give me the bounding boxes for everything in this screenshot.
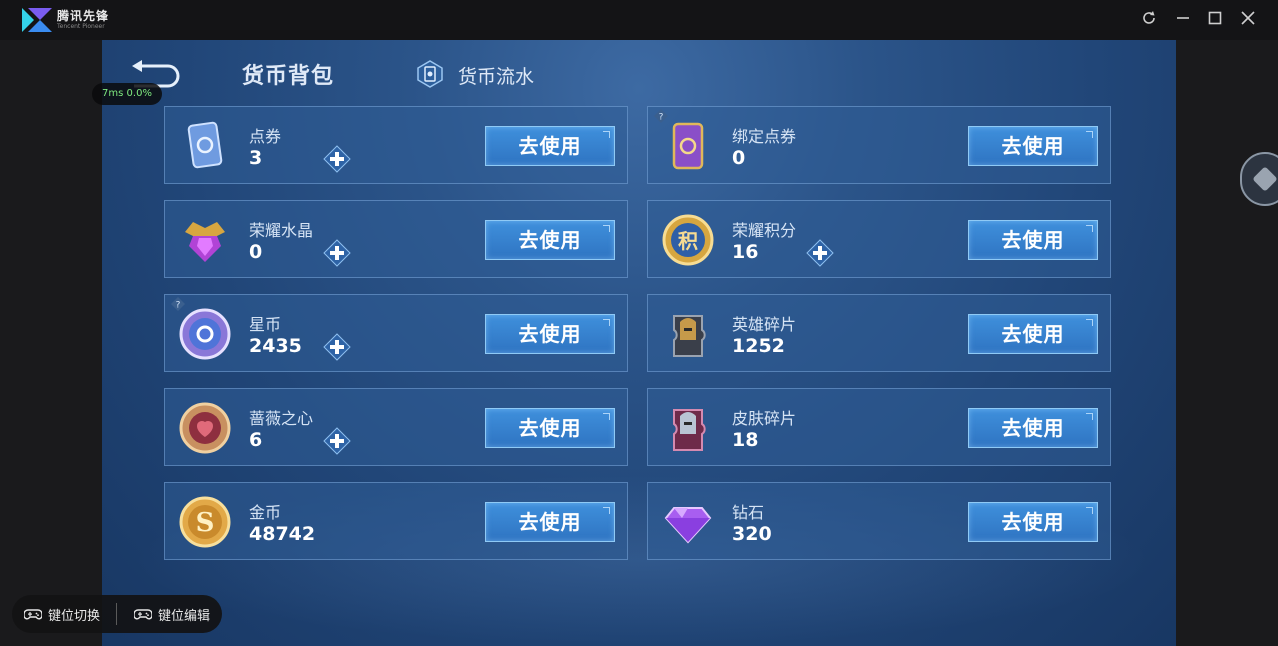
use-button[interactable]: 去使用 — [968, 220, 1098, 260]
app-subtitle: Tencent Pioneer — [57, 23, 105, 30]
bound-coupon-card-icon — [672, 122, 704, 170]
glory-crystal-icon — [185, 222, 225, 262]
title-bar: 腾讯先锋 Tencent Pioneer — [0, 0, 1278, 40]
currency-value: 0 — [249, 241, 263, 263]
floating-menu-button[interactable] — [1240, 152, 1278, 206]
diamond-icon — [664, 507, 712, 544]
use-button[interactable]: 去使用 — [968, 408, 1098, 448]
currency-value: 18 — [732, 429, 759, 451]
currency-name: 英雄碎片 — [732, 315, 797, 334]
add-icon[interactable] — [323, 239, 351, 267]
add-icon[interactable] — [323, 427, 351, 455]
currency-card-glory-points: 积 荣耀积分 16 去使用 — [647, 200, 1111, 278]
game-viewport: 货币背包 货币流水 点券 3 去使用 荣耀水晶 0 去使用 ? 星币 2435 … — [102, 40, 1176, 646]
currency-card-hero-fragment: 英雄碎片 1252 去使用 — [647, 294, 1111, 372]
use-button[interactable]: 去使用 — [968, 502, 1098, 542]
divider — [116, 603, 117, 625]
key-switch-button[interactable]: 键位切换 — [24, 595, 112, 633]
currency-card-star-coin: ? 星币 2435 去使用 — [164, 294, 628, 372]
currency-name: 绑定点券 — [732, 127, 797, 146]
use-button[interactable]: 去使用 — [485, 408, 615, 448]
svg-text:积: 积 — [678, 229, 698, 253]
floating-menu-icon — [1252, 166, 1278, 192]
hero-fragment-icon — [673, 315, 706, 357]
currency-value: 2435 — [249, 335, 302, 357]
glory-points-icon: 积 — [662, 214, 714, 266]
key-edit-button[interactable]: 键位编辑 — [134, 595, 218, 633]
use-button[interactable]: 去使用 — [485, 314, 615, 354]
currency-value: 1252 — [732, 335, 785, 357]
gold-coin-icon: S — [179, 496, 231, 548]
currency-name: 星币 — [249, 315, 282, 334]
currency-value: 48742 — [249, 523, 316, 545]
currency-card-skin-fragment: 皮肤碎片 18 去使用 — [647, 388, 1111, 466]
currency-value: 320 — [732, 523, 772, 545]
add-icon[interactable] — [323, 145, 351, 173]
currency-flow-label: 货币流水 — [458, 66, 535, 88]
page-title: 货币背包 — [242, 64, 335, 89]
add-icon[interactable] — [323, 333, 351, 361]
currency-card-gold-coin: S 金币 48742 去使用 — [164, 482, 628, 560]
currency-value: 0 — [732, 147, 746, 169]
currency-card-glory-crystal: 荣耀水晶 0 去使用 — [164, 200, 628, 278]
app-logo-icon — [22, 8, 52, 32]
use-button[interactable]: 去使用 — [968, 126, 1098, 166]
key-mapping-bar: 键位切换 键位编辑 — [12, 595, 222, 633]
refresh-icon[interactable] — [1139, 10, 1159, 30]
currency-card-coupon: 点券 3 去使用 — [164, 106, 628, 184]
currency-card-bound-coupon: ? 绑定点券 0 去使用 — [647, 106, 1111, 184]
currency-flow-icon — [417, 60, 443, 88]
coupon-card-icon — [187, 121, 223, 169]
maximize-icon[interactable] — [1205, 10, 1225, 30]
currency-card-diamond: 钻石 320 去使用 — [647, 482, 1111, 560]
currency-name: 荣耀积分 — [732, 221, 797, 240]
add-icon[interactable] — [806, 239, 834, 267]
use-button[interactable]: 去使用 — [485, 126, 615, 166]
gamepad-icon — [134, 609, 152, 620]
key-switch-label: 键位切换 — [48, 609, 101, 624]
currency-name: 点券 — [249, 127, 282, 146]
currency-name: 荣耀水晶 — [249, 221, 314, 240]
skin-fragment-icon — [673, 409, 706, 451]
currency-value: 16 — [732, 241, 759, 263]
key-edit-label: 键位编辑 — [158, 609, 211, 624]
star-coin-icon — [179, 308, 231, 360]
currency-name: 钻石 — [732, 503, 765, 522]
currency-name: 皮肤碎片 — [732, 409, 797, 428]
svg-text:S: S — [196, 508, 215, 538]
currency-name: 蔷薇之心 — [249, 409, 314, 428]
latency-indicator: 7ms 0.0% — [92, 83, 162, 105]
app-name: 腾讯先锋 — [57, 9, 110, 23]
gamepad-icon — [24, 609, 42, 620]
currency-value: 3 — [249, 147, 263, 169]
use-button[interactable]: 去使用 — [968, 314, 1098, 354]
currency-card-rose-heart: 蔷薇之心 6 去使用 — [164, 388, 628, 466]
rose-heart-icon — [179, 402, 231, 454]
close-icon[interactable] — [1238, 10, 1258, 30]
currency-value: 6 — [249, 429, 263, 451]
minimize-icon[interactable] — [1173, 10, 1193, 30]
use-button[interactable]: 去使用 — [485, 502, 615, 542]
left-letterbox — [0, 40, 102, 646]
right-letterbox — [1176, 40, 1278, 646]
use-button[interactable]: 去使用 — [485, 220, 615, 260]
currency-name: 金币 — [249, 503, 282, 522]
